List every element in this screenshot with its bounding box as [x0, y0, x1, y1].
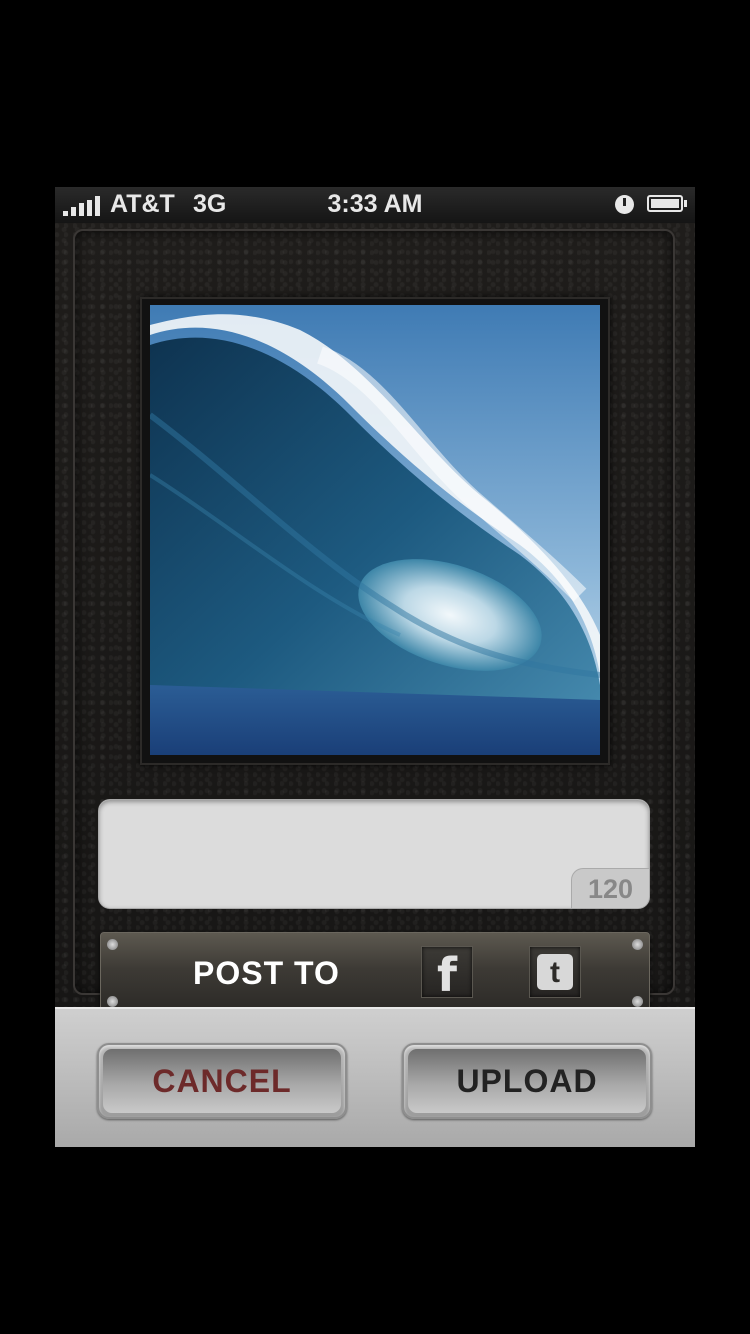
cancel-button-label: CANCEL: [103, 1049, 341, 1113]
caption-box[interactable]: 120: [98, 799, 650, 909]
screw-icon: [107, 939, 118, 950]
screw-icon: [632, 996, 643, 1007]
twitter-icon[interactable]: t: [529, 946, 581, 998]
wave-photo[interactable]: [150, 305, 600, 755]
character-counter: 120: [571, 868, 649, 908]
facebook-icon[interactable]: f: [421, 946, 473, 1002]
upload-button[interactable]: UPLOAD: [402, 1043, 652, 1119]
screw-icon: [107, 996, 118, 1007]
wave-image: [150, 305, 600, 755]
phone-screen: AT&T 3G 3:33 AM 120 POST TO f t CANCEL U…: [55, 187, 695, 1147]
status-time: 3:33 AM: [327, 190, 423, 218]
status-bar: AT&T 3G 3:33 AM: [55, 187, 695, 223]
battery-tip: [684, 200, 687, 207]
caption-input[interactable]: [107, 806, 581, 902]
photo-frame: [140, 297, 610, 765]
post-to-label: POST TO: [193, 955, 340, 991]
twitter-glyph: t: [537, 954, 573, 990]
alarm-icon: [615, 195, 634, 214]
bottom-toolbar: CANCEL UPLOAD: [55, 1007, 695, 1147]
cancel-button[interactable]: CANCEL: [97, 1043, 347, 1119]
post-to-bar: POST TO f t: [100, 932, 650, 1014]
upload-button-label: UPLOAD: [408, 1049, 646, 1113]
leather-panel: 120 POST TO f t: [55, 223, 695, 1014]
screw-icon: [632, 939, 643, 950]
battery-icon: [647, 195, 683, 212]
